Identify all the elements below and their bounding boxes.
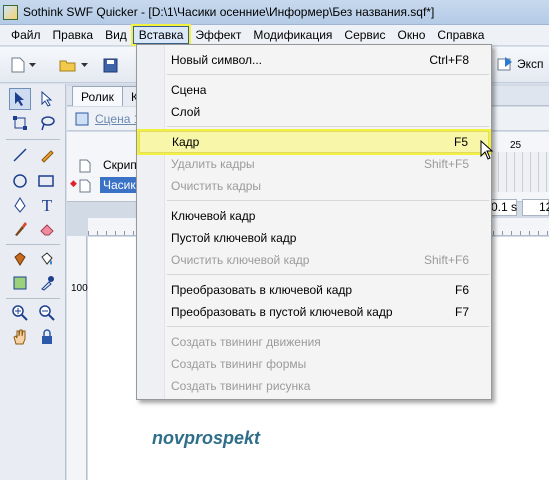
menu-item-shortcut: F5 xyxy=(453,135,468,149)
menu-separator xyxy=(167,326,489,327)
transform-tool-icon[interactable] xyxy=(9,112,31,134)
menu-item-label: Новый символ... xyxy=(171,53,262,67)
app-icon xyxy=(3,5,18,20)
ellipse-tool-icon[interactable] xyxy=(9,170,31,192)
menu-edit[interactable]: Правка xyxy=(47,26,100,44)
save-icon[interactable] xyxy=(100,55,120,75)
tools-separator xyxy=(6,139,60,140)
menu-item: Создать твининг формы xyxy=(139,353,489,375)
brush-tool-icon[interactable] xyxy=(9,218,31,240)
layer-icon xyxy=(79,179,91,193)
menu-item-shortcut: Shift+F6 xyxy=(423,253,469,267)
frame-number: 25 xyxy=(510,140,522,151)
menu-item-label: Создать твининг движения xyxy=(171,335,321,349)
menu-service[interactable]: Сервис xyxy=(338,26,391,44)
tools-separator xyxy=(6,244,60,245)
menu-item: Очистить кадры xyxy=(139,175,489,197)
menu-separator xyxy=(167,126,489,127)
menu-item[interactable]: Сцена xyxy=(139,79,489,101)
menu-item[interactable]: Ключевой кадр xyxy=(139,205,489,227)
scene-link[interactable]: Сцена 1 xyxy=(95,112,140,126)
eraser-tool-icon[interactable] xyxy=(36,218,58,240)
menu-modify[interactable]: Модификация xyxy=(247,26,338,44)
menu-view[interactable]: Вид xyxy=(99,26,133,44)
menu-item[interactable]: Преобразовать в ключевой кадр F6 xyxy=(139,279,489,301)
eyedropper-tool-icon[interactable] xyxy=(36,272,58,294)
menu-item: Очистить ключевой кадр Shift+F6 xyxy=(139,249,489,271)
new-dropdown-arrow-icon[interactable] xyxy=(26,55,38,75)
menu-item-shortcut: Ctrl+F8 xyxy=(429,53,469,67)
menu-item-label: Ключевой кадр xyxy=(171,209,256,223)
lasso-tool-icon[interactable] xyxy=(36,112,58,134)
layer-name: Скрип xyxy=(103,158,137,172)
menu-item-label: Слой xyxy=(171,105,201,119)
zoom-out-icon[interactable] xyxy=(36,302,58,324)
menu-item[interactable]: Слой xyxy=(139,101,489,123)
insert-menu-dropdown: Новый символ... Ctrl+F8 Сцена Слой Кадр F5 Уда… xyxy=(136,44,492,400)
menu-item-label: Сцена xyxy=(171,83,207,97)
menu-bar: Файл Правка Вид Вставка Эффект Модификац… xyxy=(0,25,549,46)
menu-file[interactable]: Файл xyxy=(5,26,47,44)
menu-item[interactable]: Пустой ключевой кадр xyxy=(139,227,489,249)
hand-tool-icon[interactable] xyxy=(9,326,31,348)
frame-readout: 12 xyxy=(522,199,549,216)
pencil-tool-icon[interactable] xyxy=(36,144,58,166)
menu-item-label: Пустой ключевой кадр xyxy=(171,231,297,245)
menu-item[interactable]: Новый символ... Ctrl+F8 xyxy=(139,49,489,71)
open-dropdown-arrow-icon[interactable] xyxy=(78,55,90,75)
title-bar: Sothink SWF Quicker - [D:\1\Часики осенн… xyxy=(0,0,549,25)
subselect-tool-icon[interactable] xyxy=(36,88,58,110)
ruler-vertical-label: 100 xyxy=(71,283,88,294)
export-button[interactable]: Эксп xyxy=(497,56,544,72)
pen-tool-icon[interactable] xyxy=(9,194,31,216)
menu-item: Создать твининг рисунка xyxy=(139,375,489,397)
export-label: Эксп xyxy=(517,57,544,71)
layer-marker-icon: ◆ xyxy=(70,178,77,188)
rectangle-tool-icon[interactable] xyxy=(36,170,58,192)
menu-window[interactable]: Окно xyxy=(392,26,432,44)
menu-item: Удалить кадры Shift+F5 xyxy=(139,153,489,175)
tab-movie[interactable]: Ролик xyxy=(72,86,123,106)
window-title: Sothink SWF Quicker - [D:\1\Часики осенн… xyxy=(23,5,435,19)
export-icon xyxy=(497,57,512,71)
menu-separator xyxy=(167,274,489,275)
menu-item-label: Преобразовать в ключевой кадр xyxy=(171,283,353,297)
menu-item-label: Преобразовать в пустой ключевой кадр xyxy=(171,305,393,319)
menu-insert[interactable]: Вставка xyxy=(132,26,190,44)
fill-transform-tool-icon[interactable] xyxy=(9,272,31,294)
layer-icon xyxy=(79,159,91,173)
menu-separator xyxy=(167,200,489,201)
ink-bottle-tool-icon[interactable] xyxy=(9,248,31,270)
menu-item-label: Удалить кадры xyxy=(171,157,255,171)
menu-item-label: Создать твининг рисунка xyxy=(171,379,311,393)
menu-item[interactable]: Преобразовать в пустой ключевой кадр F7 xyxy=(139,301,489,323)
menu-item-shortcut: Shift+F5 xyxy=(423,157,469,171)
menu-item-label: Очистить ключевой кадр xyxy=(171,253,310,267)
scene-icon xyxy=(75,112,89,126)
layer-name: Часик xyxy=(100,177,139,193)
zoom-in-icon[interactable] xyxy=(9,302,31,324)
menu-item[interactable]: Кадр F5 xyxy=(139,131,489,153)
menu-item-label: Кадр xyxy=(172,135,200,149)
open-folder-icon[interactable] xyxy=(58,55,78,75)
menu-item-label: Создать твининг формы xyxy=(171,357,307,371)
menu-item-shortcut: F7 xyxy=(454,305,469,319)
tools-panel: T xyxy=(0,84,66,480)
text-tool-icon[interactable]: T xyxy=(36,194,58,216)
watermark-text: novprospekt xyxy=(152,428,261,448)
new-file-icon[interactable] xyxy=(8,55,28,75)
menu-separator xyxy=(167,74,489,75)
arrow-tool-icon[interactable] xyxy=(9,88,31,110)
paint-bucket-tool-icon[interactable] xyxy=(36,248,58,270)
menu-help[interactable]: Справка xyxy=(431,26,490,44)
mouse-cursor-icon xyxy=(480,140,494,160)
menu-effect[interactable]: Эффект xyxy=(189,26,247,44)
line-tool-icon[interactable] xyxy=(9,144,31,166)
lock-icon[interactable] xyxy=(36,326,58,348)
menu-item: Создать твининг движения xyxy=(139,331,489,353)
menu-item-shortcut: F6 xyxy=(454,283,469,297)
tools-separator xyxy=(6,298,60,299)
menu-item-label: Очистить кадры xyxy=(171,179,262,193)
ruler-vertical xyxy=(67,236,87,480)
